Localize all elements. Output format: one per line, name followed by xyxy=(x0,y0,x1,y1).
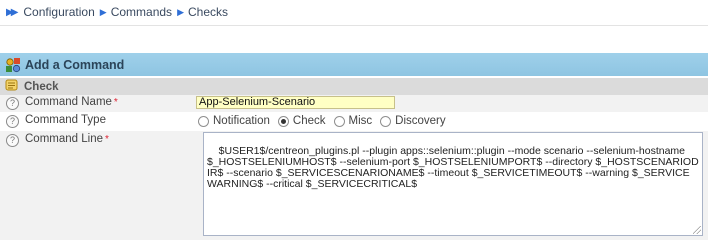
breadcrumb-item-configuration[interactable]: Configuration xyxy=(23,5,94,19)
form-row-command-line: ? Command Line * $USER1$/centreon_plugins… xyxy=(0,131,708,240)
command-line-text: $USER1$/centreon_plugins.pl --plugin app… xyxy=(207,145,699,190)
radio-option-check[interactable]: Check xyxy=(277,115,326,127)
help-icon[interactable]: ? xyxy=(6,134,19,147)
radio-option-notification[interactable]: Notification xyxy=(198,115,270,127)
chevron-right-icon: ▶ xyxy=(99,6,107,17)
field-label-command-type: Command Type xyxy=(25,114,106,126)
breadcrumb-item-commands[interactable]: Commands xyxy=(111,5,172,19)
radio-option-discovery[interactable]: Discovery xyxy=(380,115,446,127)
check-icon xyxy=(5,79,19,95)
section-title: Add a Command xyxy=(25,57,125,72)
subsection-header: Check xyxy=(0,78,708,95)
breadcrumb: ▶▶ Configuration ▶ Commands ▶ Checks xyxy=(0,0,708,24)
subsection-title: Check xyxy=(24,80,59,93)
divider xyxy=(0,25,708,26)
radio-button[interactable] xyxy=(380,115,392,127)
required-mark: * xyxy=(113,97,118,108)
form-row-command-type: ? Command Type Notification Check Misc D… xyxy=(0,112,708,131)
help-icon[interactable]: ? xyxy=(6,97,19,110)
resize-handle[interactable] xyxy=(693,226,701,234)
field-label-command-name: Command Name * xyxy=(25,96,118,108)
command-line-textarea[interactable]: $USER1$/centreon_plugins.pl --plugin app… xyxy=(203,132,703,236)
chevron-right-icon: ▶ xyxy=(177,6,184,17)
command-name-input[interactable]: App-Selenium-Scenario xyxy=(196,96,395,109)
double-chevron-icon: ▶▶ xyxy=(6,6,19,18)
breadcrumb-item-checks[interactable]: Checks xyxy=(188,5,228,19)
required-mark: * xyxy=(104,134,109,145)
radio-button[interactable] xyxy=(198,115,209,127)
form-row-command-name: ? Command Name * App-Selenium-Scenario xyxy=(0,95,708,112)
radio-button-selected[interactable] xyxy=(277,115,289,127)
radio-option-misc[interactable]: Misc xyxy=(333,115,372,127)
command-icon xyxy=(5,57,21,73)
radio-button[interactable] xyxy=(333,115,345,127)
section-header: Add a Command xyxy=(0,53,708,76)
help-icon[interactable]: ? xyxy=(6,115,19,128)
command-type-radio-group: Notification Check Misc Discovery xyxy=(198,113,454,129)
field-label-command-line: Command Line * xyxy=(25,133,109,145)
